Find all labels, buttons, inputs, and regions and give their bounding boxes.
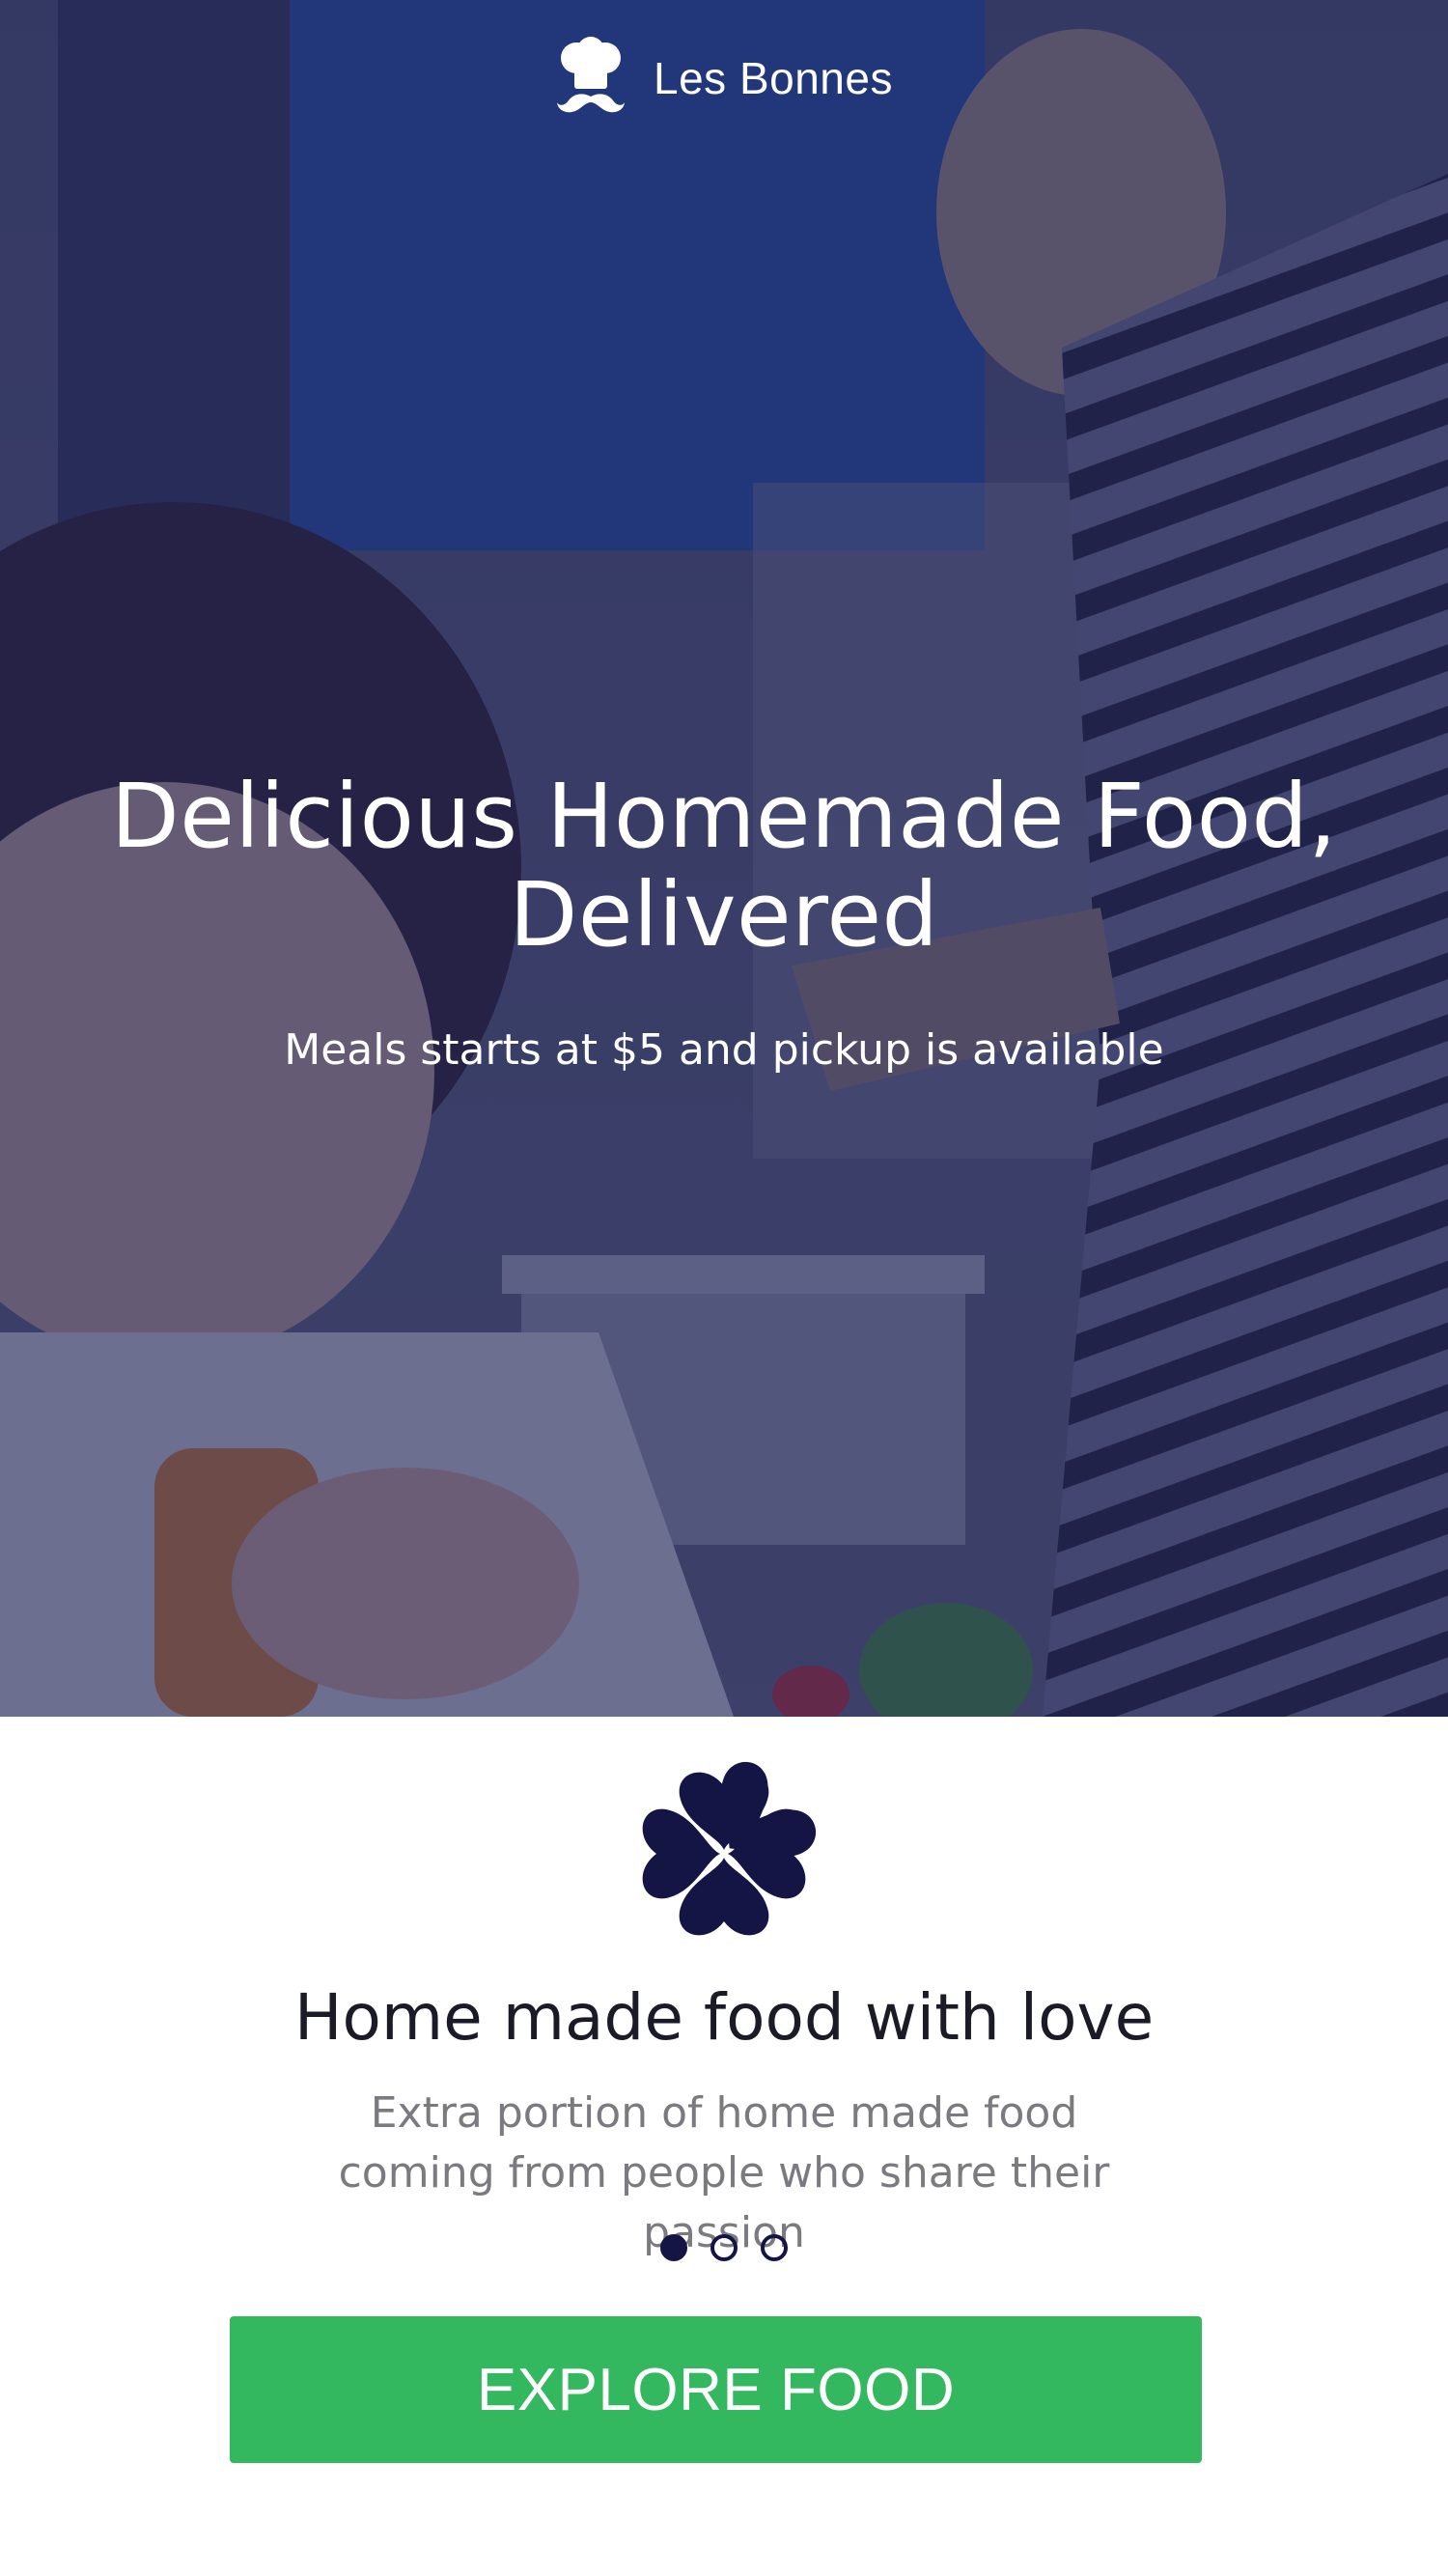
chef-hat-mustache-icon <box>557 37 626 113</box>
brand-header: Les Bonnes <box>0 37 1448 120</box>
page-dot-2[interactable] <box>710 2234 738 2261</box>
brand-name: Les Bonnes <box>654 53 893 103</box>
page-dot-1[interactable] <box>660 2234 687 2261</box>
onboarding-screen: Les Bonnes Delicious Homemade Food, Deli… <box>0 0 1448 2576</box>
page-dot-3[interactable] <box>761 2234 788 2261</box>
hero-subtitle: Meals starts at $5 and pickup is availab… <box>284 1025 1164 1075</box>
clover-icon <box>642 1762 816 1936</box>
hero-section: Les Bonnes Delicious Homemade Food, Deli… <box>0 0 1448 1717</box>
page-indicator <box>0 2234 1448 2261</box>
hero-title: Delicious Homemade Food, Delivered <box>110 765 1338 966</box>
explore-food-button[interactable]: EXPLORE FOOD <box>230 2316 1202 2463</box>
feature-title: Home made food with love <box>293 1980 1155 2055</box>
